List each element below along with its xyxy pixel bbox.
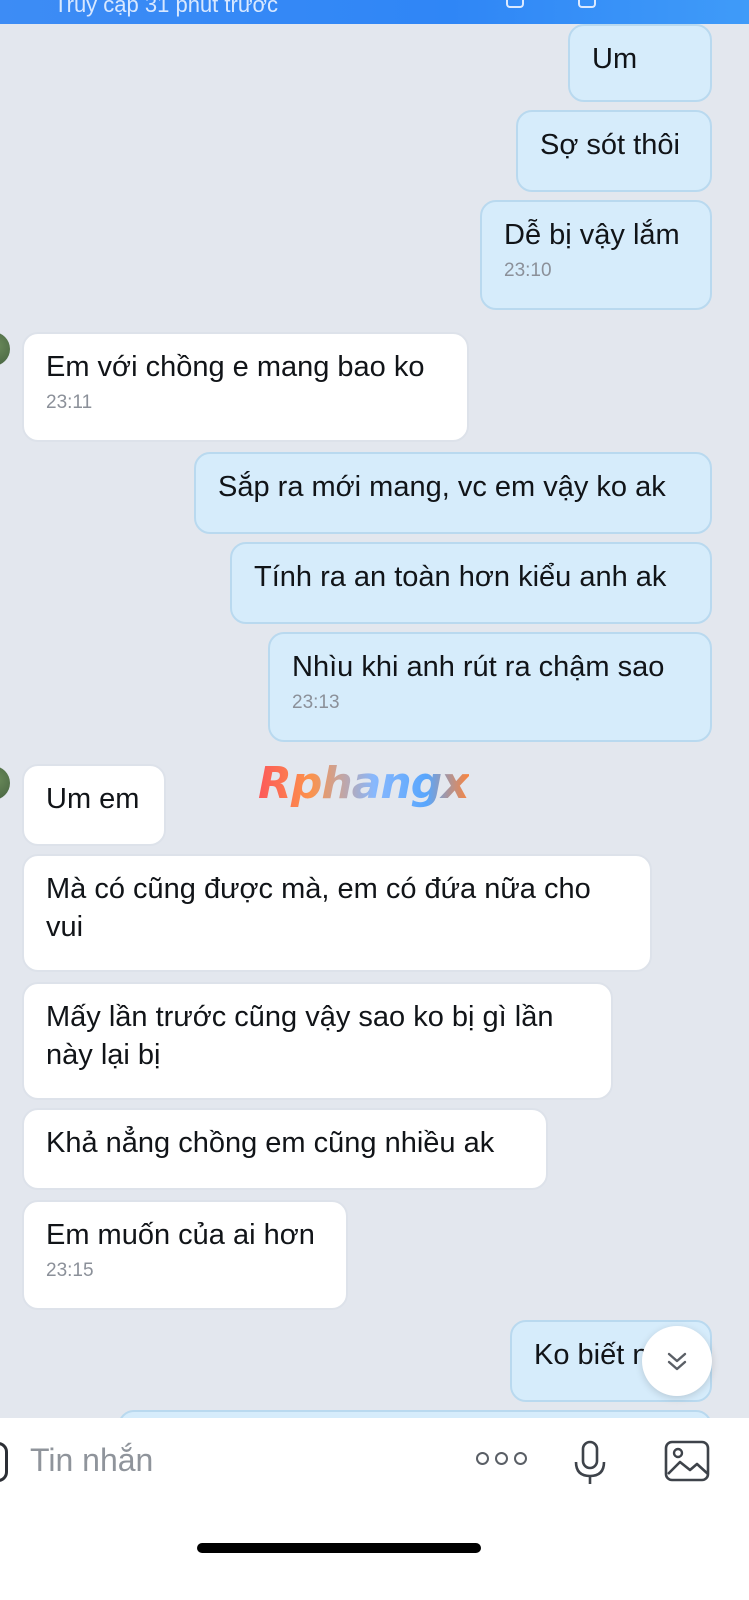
message-text: Um [592,43,638,75]
chat-header: Truy cập 31 phút trước [0,0,749,24]
chat-screen: Truy cập 31 phút trước Um Sợ sót thôi Dễ… [0,0,749,1600]
message-text: Tính ra an toàn hơn kiểu anh ak [254,561,667,593]
message-bubble-incoming[interactable]: Em với chồng e mang bao ko 23:11 [22,332,469,442]
last-seen-status: Truy cập 31 phút trước [54,0,278,17]
message-list[interactable]: Um Sợ sót thôi Dễ bị vậy lắm 23:10 Em vớ… [0,24,749,1446]
message-time: 23:11 [46,392,93,413]
message-bubble-incoming[interactable]: Em muốn của ai hơn 23:15 [22,1200,348,1310]
message-bubble-incoming[interactable]: Mà có cũng được mà, em có đứa nữa cho vu… [22,854,652,972]
message-time: 23:15 [46,1260,94,1281]
message-time: 23:10 [504,260,552,281]
message-bubble-incoming[interactable]: Khả nẳng chồng em cũng nhiều ak [22,1108,548,1190]
message-text: Mà có cũng được mà, em có đứa nữa cho vu… [46,873,591,943]
message-text: Khả nẳng chồng em cũng nhiều ak [46,1127,495,1159]
sticker-icon[interactable] [0,1442,8,1482]
message-bubble-incoming[interactable]: Mấy lần trước cũng vậy sao ko bị gì lần … [22,982,613,1100]
message-text: Sắp ra mới mang, vc em vậy ko ak [218,471,666,503]
message-text: Dễ bị vậy lắm [504,219,680,251]
more-icon[interactable] [476,1452,528,1472]
message-input[interactable]: Tin nhắn [30,1442,153,1479]
message-bubble-outgoing[interactable]: Sợ sót thôi [516,110,712,192]
message-bubble-outgoing[interactable]: Nhìu khi anh rút ra chậm sao 23:13 [268,632,712,742]
menu-icon[interactable] [578,0,596,8]
call-icon[interactable] [506,0,524,8]
message-time: 23:13 [292,692,340,713]
composer-bar: Tin nhắn [0,1418,749,1600]
watermark: Rphangx [258,758,470,809]
avatar[interactable] [0,332,10,366]
avatar[interactable] [0,766,10,800]
message-text: Nhìu khi anh rút ra chậm sao [292,651,665,683]
message-bubble-incoming[interactable]: Um em [22,764,166,846]
message-text: Um em [46,783,140,815]
message-text: Em với chồng e mang bao ko [46,351,425,383]
image-icon[interactable] [664,1440,710,1487]
message-text: Mấy lần trước cũng vậy sao ko bị gì lần … [46,1001,554,1071]
message-bubble-outgoing[interactable]: Sắp ra mới mang, vc em vậy ko ak [194,452,712,534]
message-text: Sợ sót thôi [540,129,680,161]
message-bubble-outgoing[interactable]: Dễ bị vậy lắm 23:10 [480,200,712,310]
message-text: Em muốn của ai hơn [46,1219,315,1251]
message-text: Ko biết n [534,1339,649,1371]
message-bubble-outgoing[interactable]: Tính ra an toàn hơn kiểu anh ak [230,542,712,624]
mic-icon[interactable] [570,1440,610,1493]
chevron-double-down-icon [667,1352,687,1371]
message-bubble-outgoing[interactable]: Um [568,24,712,102]
home-indicator[interactable] [197,1543,481,1553]
scroll-down-button[interactable] [642,1326,712,1396]
